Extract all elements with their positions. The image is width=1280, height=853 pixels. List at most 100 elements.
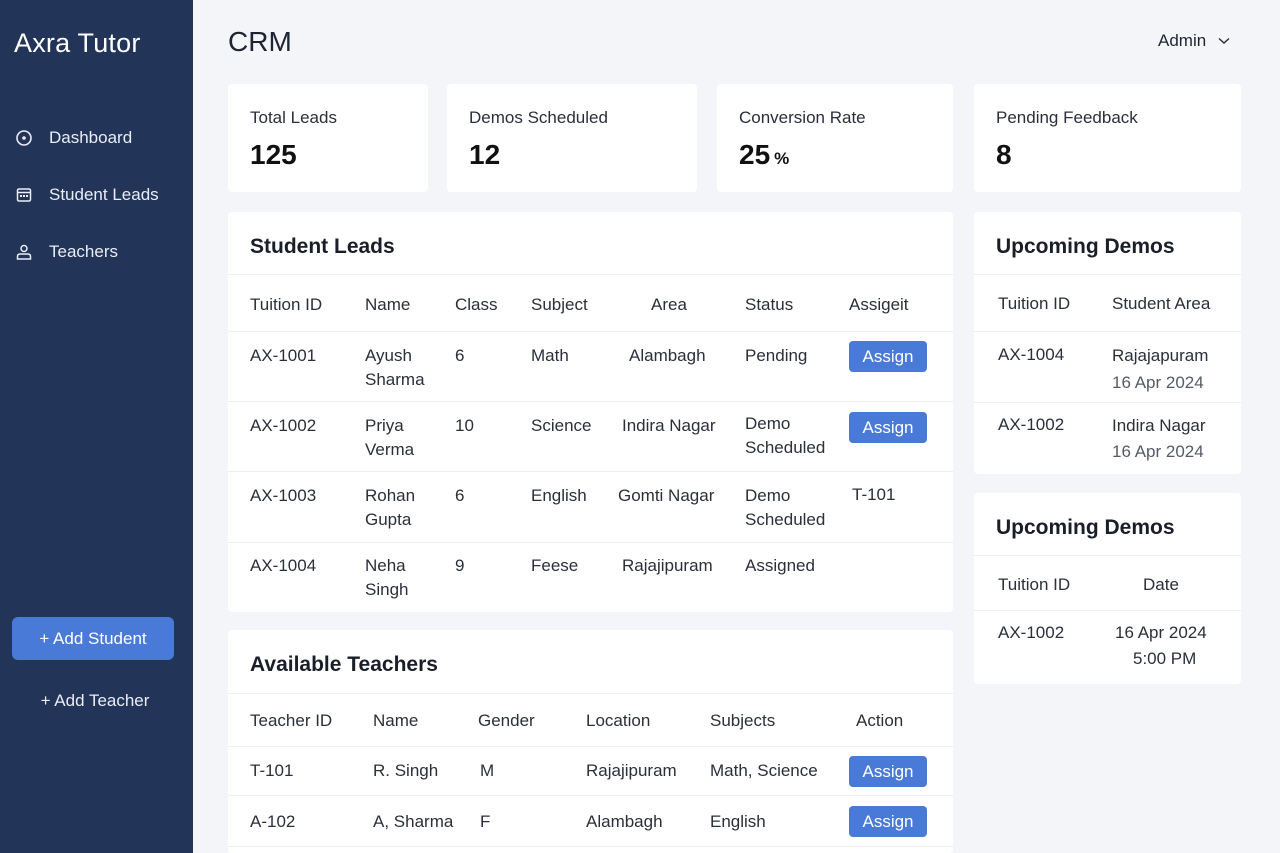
column-header: Teacher ID xyxy=(250,711,333,730)
available-teachers-title: Available Teachers xyxy=(250,653,438,676)
cell-status: Assigned xyxy=(745,556,815,575)
student-leads-title: Student Leads xyxy=(250,235,395,258)
cell-area: Rajajipuram xyxy=(622,556,713,575)
stat-value: 25% xyxy=(739,139,790,170)
column-header: Assigeit xyxy=(849,295,909,314)
cell-teacher-id: T-101 xyxy=(250,761,294,780)
cell-student-area: Indira Nagar xyxy=(1112,416,1206,435)
upcoming-demos-card-2: Upcoming Demos Tuition ID Date AX-1002 1… xyxy=(974,493,1241,684)
column-header: Tuition ID xyxy=(998,575,1071,594)
chevron-down-icon xyxy=(1218,37,1230,45)
column-header: Class xyxy=(455,295,498,314)
sidebar-nav: Dashboard Student Leads Teachers xyxy=(0,120,193,291)
stat-value: 125 xyxy=(250,139,297,170)
column-header: Status xyxy=(745,295,794,314)
cell-class: 10 xyxy=(455,416,474,435)
cell-tuition-id: AX-1004 xyxy=(998,345,1065,364)
cell-student-area: Rajajapuram xyxy=(1112,346,1209,365)
column-header: Area xyxy=(651,295,687,314)
cell-class: 6 xyxy=(455,486,465,505)
cell-tuition-id: AX-1002 xyxy=(998,415,1065,434)
admin-menu[interactable]: Admin xyxy=(1158,31,1230,51)
cell-tuition-id: AX-1002 xyxy=(998,623,1065,642)
cell-subjects: Math, Science xyxy=(710,761,818,780)
column-header: Date xyxy=(1143,575,1179,594)
available-teachers-card: Available Teachers Teacher ID Name Gende… xyxy=(228,630,953,853)
cell-class: 6 xyxy=(455,346,465,365)
sidebar-item-student-leads[interactable]: Student Leads xyxy=(0,177,193,213)
cell-demo-date: 16 Apr 2024 xyxy=(1112,442,1204,461)
calendar-icon xyxy=(15,186,33,204)
assign-button[interactable]: Assign xyxy=(849,341,927,372)
brand-logo: Axra Tutor xyxy=(14,28,141,58)
student-leads-card: Student Leads Tuition ID Name Class Subj… xyxy=(228,212,953,612)
stat-value: 8 xyxy=(996,139,1012,170)
sidebar-item-teachers[interactable]: Teachers xyxy=(0,234,193,270)
stat-label: Conversion Rate xyxy=(739,108,866,127)
column-header: Tuition ID xyxy=(998,294,1071,313)
stat-card-pending-feedback: Pending Feedback 8 xyxy=(974,84,1241,192)
cell-teacher-id: A-102 xyxy=(250,812,296,831)
column-header: Student Area xyxy=(1112,294,1211,313)
cell-location: Alambagh xyxy=(586,812,663,831)
cell-name: A, Sharma xyxy=(373,812,454,831)
stat-label: Pending Feedback xyxy=(996,108,1138,127)
cell-class: 9 xyxy=(455,556,465,575)
user-icon xyxy=(15,243,33,261)
cell-gender: M xyxy=(480,761,495,780)
cell-demo-date: 16 Apr 2024 xyxy=(1115,623,1207,642)
cell-subject: Math xyxy=(531,346,569,365)
stat-value: 12 xyxy=(469,139,501,170)
add-student-button[interactable]: + Add Student xyxy=(12,617,174,660)
cell-location: Rajajipuram xyxy=(586,761,677,780)
sidebar-item-label: Student Leads xyxy=(49,185,159,204)
column-header: Tuition ID xyxy=(250,295,323,314)
sidebar-item-label: Dashboard xyxy=(49,128,133,147)
column-header: Subjects xyxy=(710,711,776,730)
cell-demo-time: 5:00 PM xyxy=(1133,649,1197,668)
page-title: CRM xyxy=(228,26,292,57)
upcoming-demos-card: Upcoming Demos Tuition ID Student Area A… xyxy=(974,212,1241,474)
sidebar-item-dashboard[interactable]: Dashboard xyxy=(0,120,193,156)
column-header: Action xyxy=(856,711,904,730)
cell-tuition-id: AX-1002 xyxy=(250,416,317,435)
cell-status: Demo Scheduled xyxy=(745,486,826,529)
cell-name: Ayush Sharma xyxy=(365,346,425,389)
admin-label: Admin xyxy=(1158,31,1207,50)
assign-button[interactable]: Assign xyxy=(849,806,927,837)
cell-area: Alambagh xyxy=(629,346,706,365)
cell-name: Neha Singh xyxy=(365,556,409,599)
dashboard-icon xyxy=(15,129,33,147)
column-header: Subject xyxy=(531,295,588,314)
column-header: Location xyxy=(586,711,651,730)
column-header: Name xyxy=(365,295,411,314)
cell-name: Priya Verma xyxy=(365,416,415,459)
cell-subject: English xyxy=(531,486,587,505)
cell-gender: F xyxy=(480,812,491,831)
cell-assigned-teacher: T-101 xyxy=(852,485,896,504)
add-teacher-button[interactable]: + Add Teacher xyxy=(12,688,178,714)
cell-name: R. Singh xyxy=(373,761,439,780)
cell-subjects: English xyxy=(710,812,766,831)
stat-label: Demos Scheduled xyxy=(469,108,608,127)
cell-status: Pending xyxy=(745,346,808,365)
assign-button[interactable]: Assign xyxy=(849,756,927,787)
cell-tuition-id: AX-1004 xyxy=(250,556,317,575)
upcoming-demos-title: Upcoming Demos xyxy=(996,516,1175,539)
sidebar-item-label: Teachers xyxy=(49,242,118,261)
cell-subject: Feese xyxy=(531,556,579,575)
cell-area: Gomti Nagar xyxy=(618,486,715,505)
stat-card-conversion-rate: Conversion Rate 25% xyxy=(717,84,953,192)
column-header: Name xyxy=(373,711,419,730)
sidebar: Axra Tutor Dashboard Student Leads Teach… xyxy=(0,0,193,853)
cell-tuition-id: AX-1003 xyxy=(250,486,317,505)
cell-area: Indira Nagar xyxy=(622,416,716,435)
stat-label: Total Leads xyxy=(250,108,337,127)
assign-button[interactable]: Assign xyxy=(849,412,927,443)
upcoming-demos-title: Upcoming Demos xyxy=(996,235,1175,258)
stat-card-demos-scheduled: Demos Scheduled 12 xyxy=(447,84,697,192)
stat-card-total-leads: Total Leads 125 xyxy=(228,84,428,192)
cell-tuition-id: AX-1001 xyxy=(250,346,317,365)
cell-subject: Science xyxy=(531,416,592,435)
cell-status: Demo Scheduled xyxy=(745,414,826,457)
